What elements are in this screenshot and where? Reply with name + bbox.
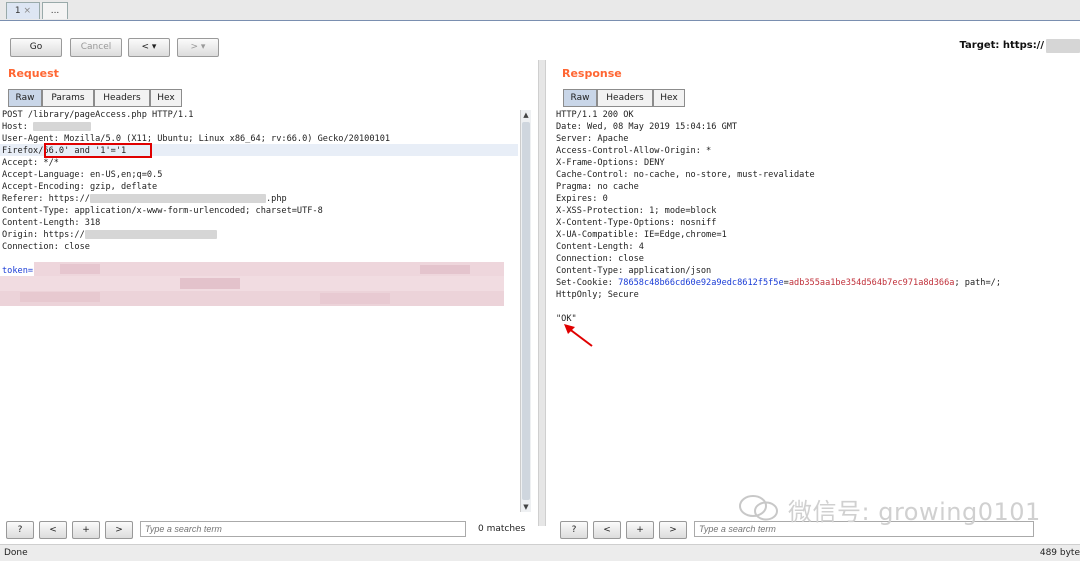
back-button[interactable]: < ▾ bbox=[128, 38, 170, 57]
cancel-button[interactable]: Cancel bbox=[70, 38, 122, 57]
response-line: Cache-Control: no-cache, no-store, must-… bbox=[556, 170, 815, 180]
close-icon[interactable]: × bbox=[24, 6, 32, 16]
response-line: HTTP/1.1 200 OK bbox=[556, 110, 634, 120]
top-tab-strip: 1 × ... bbox=[0, 0, 1080, 21]
request-line: Accept-Encoding: gzip, deflate bbox=[2, 182, 158, 192]
help-button[interactable]: ? bbox=[6, 521, 34, 539]
request-line: Accept: */* bbox=[2, 158, 59, 168]
request-line: Accept-Language: en-US,en;q=0.5 bbox=[2, 170, 163, 180]
prev-match-button[interactable]: < bbox=[593, 521, 621, 539]
tab-response-raw[interactable]: Raw bbox=[563, 89, 597, 107]
target-host-redacted bbox=[1046, 39, 1080, 53]
go-button[interactable]: Go bbox=[10, 38, 62, 57]
host-redacted bbox=[33, 122, 92, 131]
help-button[interactable]: ? bbox=[560, 521, 588, 539]
red-arrow-icon bbox=[564, 324, 593, 347]
cookie-name: 78658c48b66cd60e92a9edc8612f5f5e bbox=[618, 278, 784, 288]
response-line: Access-Control-Allow-Origin: * bbox=[556, 146, 712, 156]
referer-redacted bbox=[89, 194, 266, 203]
response-line: X-Frame-Options: DENY bbox=[556, 158, 665, 168]
request-line: Origin: https:// bbox=[2, 230, 217, 240]
response-line: Pragma: no cache bbox=[556, 182, 639, 192]
sql-injection-highlight-box bbox=[44, 143, 152, 158]
tab-1[interactable]: 1 × bbox=[6, 2, 40, 19]
cookie-value: adb355aa1be354d564b7ec971a8d366a bbox=[788, 278, 955, 288]
forward-button[interactable]: > ▾ bbox=[177, 38, 219, 57]
response-title: Response bbox=[562, 67, 622, 80]
prev-match-button[interactable]: < bbox=[39, 521, 67, 539]
request-line: Host: bbox=[2, 122, 92, 132]
response-line: X-Content-Type-Options: nosniff bbox=[556, 218, 717, 228]
wechat-icon bbox=[739, 495, 778, 521]
set-cookie-line: Set-Cookie: 78658c48b66cd60e92a9edc8612f… bbox=[556, 278, 1002, 288]
response-editor[interactable]: HTTP/1.1 200 OK Date: Wed, 08 May 2019 1… bbox=[554, 108, 1074, 512]
response-line: Content-Length: 4 bbox=[556, 242, 644, 252]
tab-request-raw[interactable]: Raw bbox=[8, 89, 42, 107]
response-line: Content-Type: application/json bbox=[556, 266, 712, 276]
next-match-button[interactable]: > bbox=[659, 521, 687, 539]
request-line: POST /library/pageAccess.php HTTP/1.1 bbox=[2, 110, 194, 120]
tab-1-label: 1 bbox=[14, 6, 21, 16]
response-size: 489 byte bbox=[1039, 548, 1080, 558]
scroll-down-icon[interactable]: ▼ bbox=[521, 502, 531, 512]
match-count: 0 matches bbox=[478, 524, 526, 534]
request-scrollbar[interactable]: ▲ ▼ bbox=[520, 110, 531, 512]
tab-request-params[interactable]: Params bbox=[42, 89, 94, 107]
response-line: X-XSS-Protection: 1; mode=block bbox=[556, 206, 717, 216]
pane-divider[interactable] bbox=[538, 60, 546, 526]
scroll-up-icon[interactable]: ▲ bbox=[521, 110, 531, 120]
target-label: Target: https:// bbox=[959, 40, 1044, 51]
response-line: X-UA-Compatible: IE=Edge,chrome=1 bbox=[556, 230, 727, 240]
request-line: Content-Type: application/x-www-form-url… bbox=[2, 206, 323, 216]
next-match-button[interactable]: > bbox=[105, 521, 133, 539]
response-line: Expires: 0 bbox=[556, 194, 608, 204]
token-redacted bbox=[0, 262, 504, 306]
tab-request-headers[interactable]: Headers bbox=[94, 89, 150, 107]
request-title: Request bbox=[8, 67, 59, 80]
add-button[interactable]: + bbox=[626, 521, 654, 539]
request-line: Content-Length: 318 bbox=[2, 218, 101, 228]
set-cookie-line-2: HttpOnly; Secure bbox=[556, 290, 639, 300]
request-editor[interactable]: POST /library/pageAccess.php HTTP/1.1 Ho… bbox=[0, 108, 518, 512]
status-text: Done bbox=[4, 548, 28, 558]
scroll-thumb[interactable] bbox=[522, 122, 530, 500]
response-line: Date: Wed, 08 May 2019 15:04:16 GMT bbox=[556, 122, 738, 132]
tab-new[interactable]: ... bbox=[42, 2, 68, 19]
status-bar: Done 489 byte bbox=[0, 544, 1080, 561]
add-button[interactable]: + bbox=[72, 521, 100, 539]
watermark-text: 微信号: growing0101 bbox=[788, 498, 1041, 526]
origin-redacted bbox=[84, 230, 217, 239]
response-line: Connection: close bbox=[556, 254, 644, 264]
tab-response-headers[interactable]: Headers bbox=[597, 89, 653, 107]
response-line: Server: Apache bbox=[556, 134, 629, 144]
request-search-input[interactable] bbox=[140, 521, 466, 537]
request-line: Referer: https://.php bbox=[2, 194, 287, 204]
request-line: Connection: close bbox=[2, 242, 90, 252]
tab-response-hex[interactable]: Hex bbox=[653, 89, 685, 107]
tab-request-hex[interactable]: Hex bbox=[150, 89, 182, 107]
